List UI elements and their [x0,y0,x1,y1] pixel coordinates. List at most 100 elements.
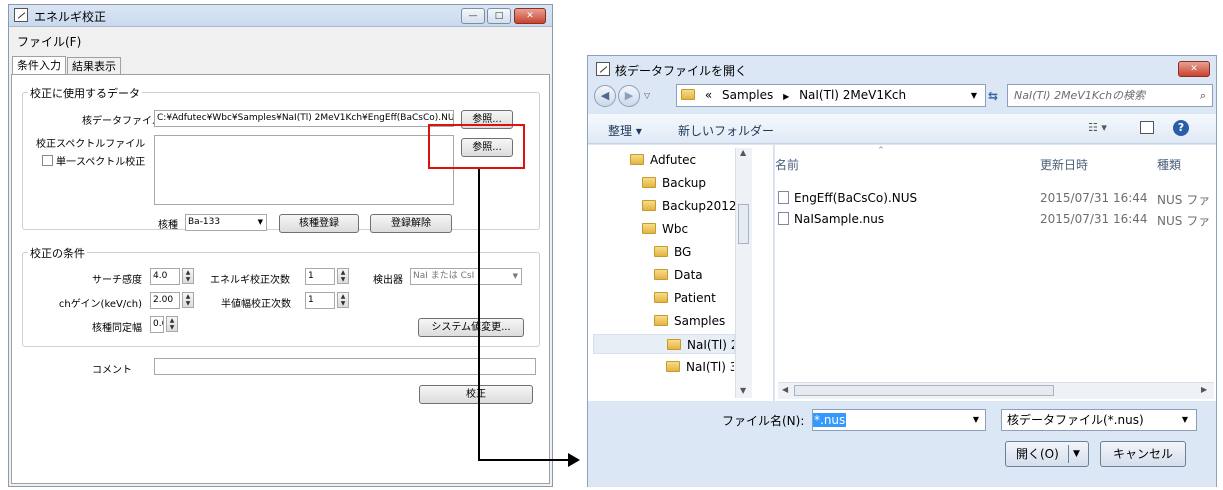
tab-results[interactable]: 結果表示 [67,57,121,75]
window-title: エネルギ校正 [34,10,107,24]
folder-icon [654,269,668,280]
preview-pane-icon[interactable] [1140,121,1154,134]
breadcrumb-separator-icon: ▶ [783,92,790,101]
highlight-box [428,124,525,169]
scroll-up-icon[interactable]: ▲ [740,148,746,157]
file-row[interactable]: EngEff(BaCsCo).NUS [778,191,917,205]
back-icon[interactable]: ◀ [594,85,616,107]
tree-item-data[interactable]: Data [654,265,703,285]
column-header-date[interactable]: 更新日時 [1040,156,1088,173]
search-icon[interactable]: ⌕ [1200,85,1206,106]
chevron-down-icon: ▼ [512,272,518,280]
tree-item-wbc[interactable]: Wbc [642,219,688,239]
dialog-toolbar: 整理 ▾ 新しいフォルダー ☷ ▾ ? [588,114,1216,144]
refresh-icon[interactable]: ⇆ [988,89,998,103]
sort-indicator-icon: ^ [878,146,884,154]
file-list-scrollbar[interactable]: ◀ ▶ [778,382,1214,399]
organize-button[interactable]: 整理 ▾ [608,122,642,139]
tree-item-label: Data [674,268,703,282]
address-bar[interactable]: « Samples ▶ NaI(Tl) 2MeV1Kch ▼ [676,84,986,107]
dialog-title: 核データファイルを開く [615,64,748,78]
spectrum-file-list[interactable] [154,135,454,205]
breadcrumb-overflow[interactable]: « [705,88,712,102]
scroll-thumb[interactable] [738,204,749,244]
search-input[interactable]: NaI(Tl) 2MeV1Kchの検索 ⌕ [1007,84,1213,107]
register-nuclide-button[interactable]: 核種登録 [279,214,359,233]
nuclide-label: 核種 [158,220,178,231]
scroll-left-icon[interactable]: ◀ [782,385,788,394]
nuclide-file-label: 核データファイル [82,116,162,127]
tree-item-backup[interactable]: Backup [642,173,706,193]
cancel-button[interactable]: キャンセル [1100,441,1186,467]
detector-label: 検出器 [373,275,403,286]
tree-item-nai-2[interactable]: NaI(Tl) 2 [593,334,735,354]
tree-item-patient[interactable]: Patient [654,288,716,308]
tree-item-samples[interactable]: Samples [654,311,725,331]
navigation-scrollbar[interactable]: ▲ ▼ [735,148,752,398]
breadcrumb-samples[interactable]: Samples [722,88,773,102]
open-button[interactable]: 開く(O) ▼ [1005,441,1089,467]
calibrate-button[interactable]: 校正 [419,385,533,404]
folder-icon [667,339,681,350]
filename-dropdown-icon[interactable]: ▼ [973,410,979,430]
nuclide-width-spinner[interactable]: ▲ ▼ [166,316,178,332]
ch-gain-field[interactable]: 2.00 [150,292,180,309]
search-sensitivity-spinner[interactable]: ▲ ▼ [182,268,194,284]
file-list: 名前 ^ 更新日時 種類 EngEff(BaCsCo).NUS 2015/07/… [775,145,1216,401]
view-options-icon[interactable]: ☷ ▾ [1088,121,1107,134]
nuclide-select[interactable]: Ba-133 ▼ [185,214,267,231]
fwhm-order-label: 半値幅校正次数 [221,299,291,310]
scroll-right-icon[interactable]: ▶ [1201,385,1207,394]
file-type-select[interactable]: 核データファイル(*.nus) ▼ [1001,409,1197,431]
dialog-icon [596,62,610,76]
search-sensitivity-field[interactable]: 4.0 [150,268,180,285]
new-folder-button[interactable]: 新しいフォルダー [678,122,774,139]
open-options-chevron-icon[interactable]: ▼ [1073,442,1080,466]
nuclide-width-field[interactable]: 0.6 [150,316,164,333]
maximize-icon[interactable]: □ [487,8,511,24]
energy-order-spinner[interactable]: ▲ ▼ [337,268,349,284]
breadcrumb-current[interactable]: NaI(Tl) 2MeV1Kch [799,88,906,102]
forward-icon[interactable]: ▶ [618,85,640,107]
file-row[interactable]: NaISample.nus [778,212,884,226]
tree-item-backup2012[interactable]: Backup2012 [642,196,737,216]
scroll-down-icon[interactable]: ▼ [740,386,746,395]
search-sensitivity-label: サーチ感度 [92,275,142,286]
folder-icon [642,200,656,211]
scroll-thumb[interactable] [794,385,1054,396]
title-bar: エネルギ校正 — □ ✕ [9,5,552,27]
navigation-bar: ◀ ▶ ▽ « Samples ▶ NaI(Tl) 2MeV1Kch ▼ ⇆ N… [588,80,1216,112]
unregister-nuclide-button[interactable]: 登録解除 [370,214,452,233]
energy-order-field[interactable]: 1 [305,268,335,285]
tree-item-nai-3[interactable]: NaI(Tl) 3 [666,357,734,377]
close-icon[interactable]: ✕ [1178,61,1210,77]
comment-label: コメント [92,365,132,376]
close-icon[interactable]: ✕ [514,8,546,24]
tree-item-label: Adfutec [650,153,697,167]
address-dropdown-icon[interactable]: ▼ [971,85,977,106]
history-chevron-icon[interactable]: ▽ [644,91,650,100]
single-spectrum-checkbox[interactable] [42,155,53,166]
file-name: EngEff(BaCsCo).NUS [794,191,918,205]
help-icon[interactable]: ? [1173,120,1189,136]
fwhm-order-spinner[interactable]: ▲ ▼ [337,292,349,308]
conditions-group-label: 校正の条件 [28,245,87,261]
tab-conditions[interactable]: 条件入力 [12,56,66,75]
system-values-button[interactable]: システム値変更... [418,318,524,337]
ch-gain-spinner[interactable]: ▲ ▼ [182,292,194,308]
minimize-icon[interactable]: — [461,8,485,24]
column-header-type[interactable]: 種類 [1157,156,1181,173]
tree-item-bg[interactable]: BG [654,242,691,262]
file-type: NUS ファ [1157,193,1211,207]
fwhm-order-field[interactable]: 1 [305,292,335,309]
column-header-name[interactable]: 名前 [775,156,799,173]
filename-value: *.nus [813,413,847,427]
tree-item-adfutec[interactable]: Adfutec [630,150,696,170]
detector-select[interactable]: NaI または CsI ▼ [410,268,522,285]
chevron-down-icon: ▼ [257,218,263,226]
filename-input[interactable]: *.nus ▼ [812,409,986,431]
menu-file[interactable]: ファイル(F) [17,33,81,50]
file-date: 2015/07/31 16:44 [1040,212,1148,226]
tree-item-label: NaI(Tl) 3 [686,360,734,374]
nuclide-file-field[interactable]: C:¥Adfutec¥Wbc¥Samples¥NaI(Tl) 2MeV1Kch¥… [154,110,454,127]
